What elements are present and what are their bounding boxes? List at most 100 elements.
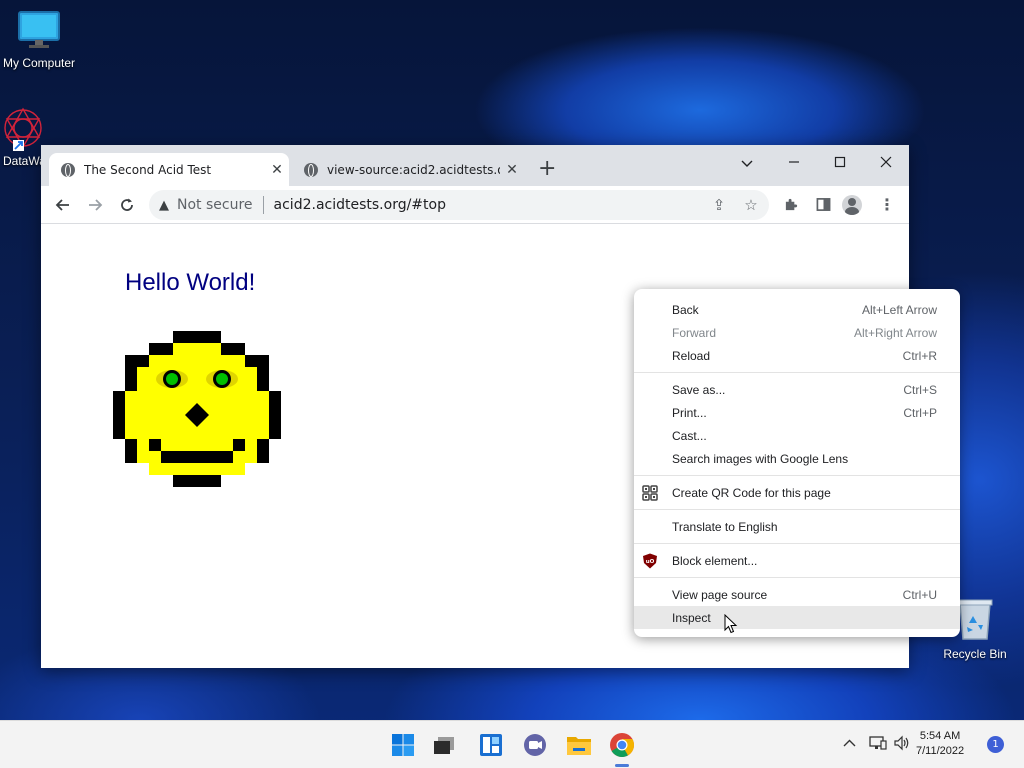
maximize-icon (834, 156, 846, 168)
qr-code-icon (642, 485, 658, 501)
toolbar: ▲ Not secure acid2.acidtests.org/#top ⇪ … (41, 186, 909, 224)
menu-item-label: Forward (672, 325, 717, 340)
kebab-menu-icon[interactable]: ⋮ (873, 191, 901, 219)
menu-item-label: Back (672, 302, 699, 317)
tab-the-second-acid-test[interactable]: The Second Acid Test ✕ (49, 153, 289, 186)
chrome-icon[interactable] (606, 729, 638, 761)
address-bar[interactable]: ▲ Not secure acid2.acidtests.org/#top ⇪ … (149, 190, 769, 220)
menu-item-print[interactable]: Print... Ctrl+P (634, 401, 960, 424)
menu-item-google-lens[interactable]: Search images with Google Lens (634, 447, 960, 470)
menu-item-label: View page source (672, 587, 768, 602)
profile-avatar-icon[interactable] (842, 195, 862, 215)
page-heading: Hello World! (125, 269, 256, 296)
taskbar: 5:54 AM 7/11/2022 1 (0, 720, 1024, 768)
recycle-bin-icon (957, 599, 993, 640)
menu-item-label: Create QR Code for this page (672, 485, 831, 500)
ublock-icon: uO (643, 553, 657, 569)
right-eye (206, 370, 238, 388)
start-icon[interactable] (387, 729, 419, 761)
tab-search-button[interactable] (724, 149, 770, 177)
menu-item-label: Translate to English (672, 519, 778, 534)
menu-item-label: Cast... (672, 428, 707, 443)
menu-item-shortcut: Ctrl+S (903, 382, 937, 397)
warning-icon[interactable]: ▲ (159, 198, 169, 213)
file-explorer-icon[interactable] (563, 729, 595, 761)
menu-item-reload[interactable]: Reload Ctrl+R (634, 344, 960, 367)
desktop-icon-my-computer[interactable]: My Computer (0, 10, 84, 70)
menu-item-inspect[interactable]: Inspect (634, 606, 960, 629)
menu-item-view-page-source[interactable]: View page source Ctrl+U (634, 583, 960, 606)
menu-item-label: Inspect (672, 610, 711, 625)
context-menu: Back Alt+Left Arrow Forward Alt+Right Ar… (634, 289, 960, 637)
share-icon[interactable]: ⇪ (705, 190, 733, 220)
maximize-button[interactable] (817, 149, 863, 177)
title-bar: The Second Acid Test ✕ view-source:acid2… (41, 145, 909, 186)
menu-item-translate[interactable]: Translate to English (634, 515, 960, 538)
widgets-icon[interactable] (475, 729, 507, 761)
menu-separator (634, 577, 960, 578)
menu-item-cast[interactable]: Cast... (634, 424, 960, 447)
menu-separator (634, 372, 960, 373)
divider (262, 196, 264, 214)
volume-icon[interactable] (893, 735, 911, 755)
system-clock[interactable]: 5:54 AM 7/11/2022 (916, 729, 964, 759)
back-button[interactable] (49, 191, 77, 219)
mouth (161, 451, 233, 463)
globe-icon (61, 162, 75, 177)
new-tab-button[interactable]: + (538, 155, 556, 183)
menu-item-block-element[interactable]: uO Block element... (634, 549, 960, 572)
chat-icon[interactable] (519, 729, 551, 761)
menu-item-shortcut: Ctrl+R (902, 348, 937, 363)
extensions-puzzle-icon[interactable] (777, 191, 805, 219)
arrow-left-icon (55, 199, 69, 211)
mouse-cursor-icon (724, 614, 738, 634)
svg-text:uO: uO (646, 559, 655, 565)
close-tab-icon[interactable]: ✕ (265, 162, 289, 178)
acid2-smiley-face (113, 331, 281, 487)
clock-time: 5:54 AM (919, 730, 961, 742)
close-icon (880, 156, 892, 168)
url-text: acid2.acidtests.org/#top (273, 197, 446, 213)
reload-icon (121, 198, 133, 211)
close-tab-icon[interactable]: ✕ (500, 162, 524, 178)
show-hidden-icons-chevron-up-icon[interactable] (843, 735, 856, 751)
menu-item-label: Block element... (672, 553, 758, 568)
menu-item-shortcut: Ctrl+P (903, 405, 937, 420)
close-window-button[interactable] (863, 149, 909, 177)
tab-view-source[interactable]: view-source:acid2.acidtests.org/# ✕ (292, 153, 524, 186)
menu-separator (634, 475, 960, 476)
arrow-right-icon (89, 199, 103, 211)
menu-item-forward[interactable]: Forward Alt+Right Arrow (634, 321, 960, 344)
minimize-button[interactable] (771, 149, 817, 177)
menu-separator (634, 509, 960, 510)
task-view-icon[interactable] (428, 729, 460, 761)
bookmark-star-icon[interactable]: ☆ (737, 190, 765, 220)
clock-date: 7/11/2022 (916, 745, 965, 757)
forward-button[interactable] (81, 191, 109, 219)
menu-item-label: Search images with Google Lens (672, 451, 849, 466)
left-eye (156, 370, 188, 388)
monitor-icon (18, 11, 60, 48)
datawarrior-icon (4, 107, 42, 151)
network-icon[interactable] (869, 735, 887, 755)
menu-item-label: Print... (672, 405, 707, 420)
reload-button[interactable] (113, 191, 141, 219)
menu-item-save-as[interactable]: Save as... Ctrl+S (634, 378, 960, 401)
menu-item-shortcut: Ctrl+U (902, 587, 937, 602)
menu-separator (634, 543, 960, 544)
menu-item-label: Reload (672, 348, 711, 363)
tab-title: view-source:acid2.acidtests.org/# (327, 162, 500, 177)
chevron-down-icon (741, 160, 753, 167)
side-panel-icon[interactable] (809, 191, 837, 219)
notification-badge[interactable]: 1 (987, 736, 1004, 753)
menu-item-label: Save as... (672, 382, 726, 397)
tab-title: The Second Acid Test (84, 162, 212, 177)
minimize-icon (789, 161, 799, 163)
active-app-indicator (615, 764, 629, 767)
menu-item-shortcut: Alt+Right Arrow (853, 325, 937, 340)
desktop-icon-label: My Computer (2, 56, 76, 70)
menu-item-create-qr-code[interactable]: Create QR Code for this page (634, 481, 960, 504)
security-label: Not secure (177, 197, 253, 213)
menu-item-shortcut: Alt+Left Arrow (861, 302, 937, 317)
menu-item-back[interactable]: Back Alt+Left Arrow (634, 298, 960, 321)
